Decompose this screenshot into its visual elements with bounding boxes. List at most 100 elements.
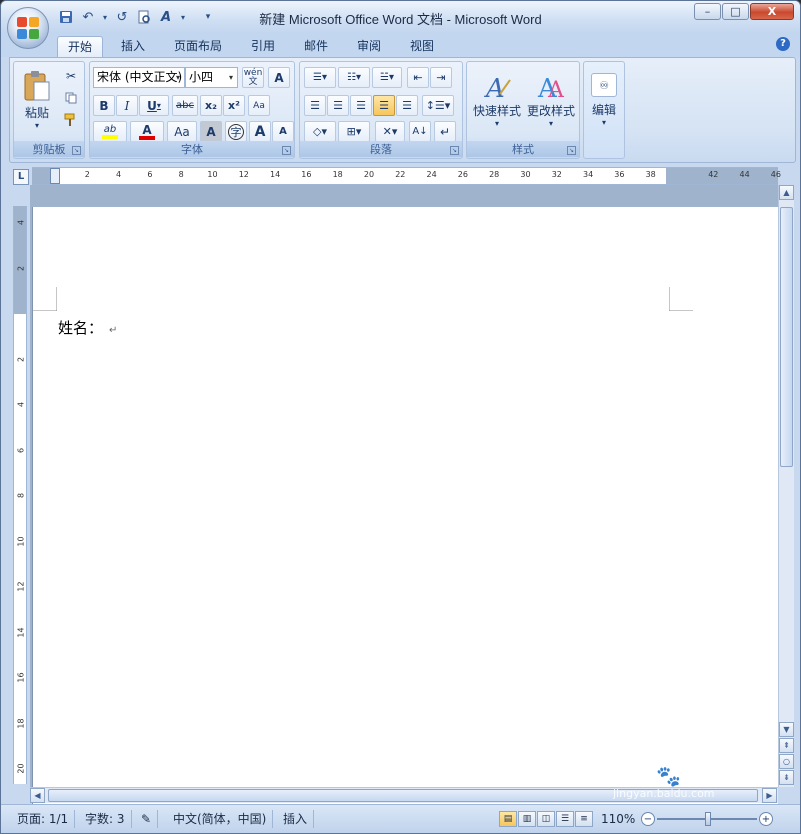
svg-text:A: A (547, 78, 565, 102)
font-launcher-icon[interactable]: ↘ (282, 146, 291, 155)
tab-page-layout[interactable]: 页面布局 (164, 36, 232, 57)
tab-review[interactable]: 审阅 (347, 36, 391, 57)
print-layout-view-button[interactable]: ▤ (499, 811, 517, 827)
ruler-tick-label: 28 (489, 170, 500, 179)
web-layout-button[interactable]: ◫ (537, 811, 555, 827)
ruler-tick-label: 20 (363, 170, 375, 179)
multilevel-list-button[interactable]: ☱▾ (372, 67, 402, 88)
tab-mailings[interactable]: 邮件 (294, 36, 338, 57)
select-browse-object-button[interactable]: ○ (779, 754, 794, 769)
format-painter-icon[interactable] (62, 112, 80, 128)
strikethrough-button[interactable]: abc (172, 95, 198, 116)
close-button[interactable]: X (750, 3, 794, 20)
shrink-font-button[interactable]: A (272, 121, 294, 142)
document-text: 姓名： (58, 319, 104, 337)
indent-marker-icon[interactable] (50, 168, 60, 184)
zoom-in-button[interactable]: + (759, 812, 773, 826)
subscript-button[interactable]: x₂ (200, 95, 222, 116)
bullets-button[interactable]: ☰▾ (304, 67, 336, 88)
vertical-ruler-tick-label: 16 (16, 672, 26, 683)
help-icon[interactable]: ? (776, 37, 790, 51)
vertical-scrollbar[interactable]: ▲ ▼ ⇞ ○ ⇟ (778, 185, 794, 787)
numbering-button[interactable]: ☷▾ (338, 67, 370, 88)
enclose-characters-button[interactable]: 字 (225, 121, 247, 142)
insert-mode[interactable]: 插入 (277, 810, 315, 828)
tab-selector-button[interactable]: L (13, 169, 29, 185)
increase-indent-button[interactable]: ⇥ (430, 67, 452, 88)
office-logo-icon (17, 17, 39, 39)
scroll-down-button[interactable]: ▼ (779, 722, 794, 737)
next-page-button[interactable]: ⇟ (779, 770, 794, 785)
ruler-tick-label: 22 (395, 170, 406, 179)
maximize-button[interactable]: □ (722, 3, 749, 20)
align-right-button[interactable]: ☰ (350, 95, 372, 116)
align-center-button[interactable]: ☰ (327, 95, 349, 116)
character-shading-button[interactable]: A (200, 121, 222, 142)
document-page[interactable]: 姓名： ↵ (32, 207, 778, 807)
vertical-ruler-tick-label: 10 (16, 535, 26, 547)
vertical-scroll-thumb[interactable] (780, 207, 793, 467)
minimize-button[interactable]: – (694, 3, 721, 20)
vertical-ruler-tick-label: 2 (16, 265, 26, 271)
cut-icon[interactable]: ✂ (62, 68, 80, 84)
scroll-up-button[interactable]: ▲ (779, 185, 794, 200)
clear-formatting-button[interactable]: Aa (248, 95, 270, 116)
baidu-watermark: Bai 🐾 经验 jingyan.baidu.com (613, 763, 722, 801)
vertical-ruler[interactable]: 4 2 2 4 6 8 10 12 14 16 18 20 (13, 206, 27, 784)
full-screen-reading-button[interactable]: ▥ (518, 811, 536, 827)
tab-insert[interactable]: 插入 (111, 36, 155, 57)
proofing-icon[interactable]: ✎ (135, 810, 159, 828)
editing-button[interactable]: ♾ 编辑 ▾ (587, 64, 621, 136)
clipboard-launcher-icon[interactable]: ↘ (72, 146, 81, 155)
styles-launcher-icon[interactable]: ↘ (567, 146, 576, 155)
tab-view[interactable]: 视图 (400, 36, 444, 57)
tab-home[interactable]: 开始 (57, 36, 104, 57)
line-spacing-button[interactable]: ↕☰▾ (422, 95, 454, 116)
page-count[interactable]: 页面: 1/1 (11, 810, 76, 828)
phonetic-guide-button[interactable]: wén 文 (242, 67, 264, 88)
office-button[interactable] (7, 7, 49, 49)
svg-text:A: A (484, 74, 505, 102)
decrease-indent-button[interactable]: ⇤ (407, 67, 429, 88)
zoom-out-button[interactable]: − (641, 812, 655, 826)
language-status[interactable]: 中文(简体，中国) (167, 810, 274, 828)
vertical-ruler-tick-label: 2 (16, 356, 26, 362)
font-color-button[interactable]: A (130, 121, 164, 142)
italic-button[interactable]: I (116, 95, 138, 116)
sort-button[interactable]: A↓ (409, 121, 431, 142)
horizontal-ruler[interactable]: 2 4 6 8 10 12 14 16 18 20 22 24 26 28 30 32 34 36 38 42 44 46 (32, 167, 781, 185)
shading-button[interactable]: ◇▾ (304, 121, 336, 142)
zoom-slider-thumb[interactable] (705, 812, 711, 826)
chinese-layout-button[interactable]: ✕▾ (375, 121, 405, 142)
tab-references[interactable]: 引用 (241, 36, 285, 57)
grow-font-button[interactable]: A (249, 121, 271, 142)
justify-button[interactable]: ☰ (373, 95, 395, 116)
highlight-color-button[interactable]: ab (93, 121, 127, 142)
scroll-right-button[interactable]: ▶ (762, 788, 777, 803)
font-name-select[interactable]: 宋体 (中文正文) ▾ (93, 67, 185, 88)
character-border-button[interactable]: A (268, 67, 290, 88)
zoom-level[interactable]: 110% (595, 810, 641, 828)
distributed-button[interactable]: ☰ (396, 95, 418, 116)
document-paragraph[interactable]: 姓名： ↵ (58, 317, 117, 338)
paragraph-launcher-icon[interactable]: ↘ (450, 146, 459, 155)
borders-button[interactable]: ⊞▾ (338, 121, 370, 142)
ruler-tick-label: 10 (207, 170, 218, 179)
underline-button[interactable]: U ▾ (139, 95, 169, 116)
change-styles-button[interactable]: AA 更改样式 ▾ (524, 64, 578, 136)
outline-view-button[interactable]: ☰ (556, 811, 574, 827)
bold-button[interactable]: B (93, 95, 115, 116)
previous-page-button[interactable]: ⇞ (779, 738, 794, 753)
change-case-button[interactable]: Aa (167, 121, 197, 142)
scroll-left-button[interactable]: ◀ (30, 788, 45, 803)
show-marks-button[interactable]: ↵ (434, 121, 456, 142)
font-size-select[interactable]: 小四 ▾ (185, 67, 238, 88)
align-left-button[interactable]: ☰ (304, 95, 326, 116)
quick-styles-button[interactable]: A 快速样式 ▾ (470, 64, 524, 136)
word-count[interactable]: 字数: 3 (79, 810, 132, 828)
superscript-button[interactable]: x² (223, 95, 245, 116)
draft-view-button[interactable]: ≡ (575, 811, 593, 827)
copy-icon[interactable] (62, 90, 80, 106)
paste-button[interactable]: 粘贴 ▾ (17, 64, 57, 136)
vertical-ruler-tick-label: 20 (16, 763, 26, 774)
